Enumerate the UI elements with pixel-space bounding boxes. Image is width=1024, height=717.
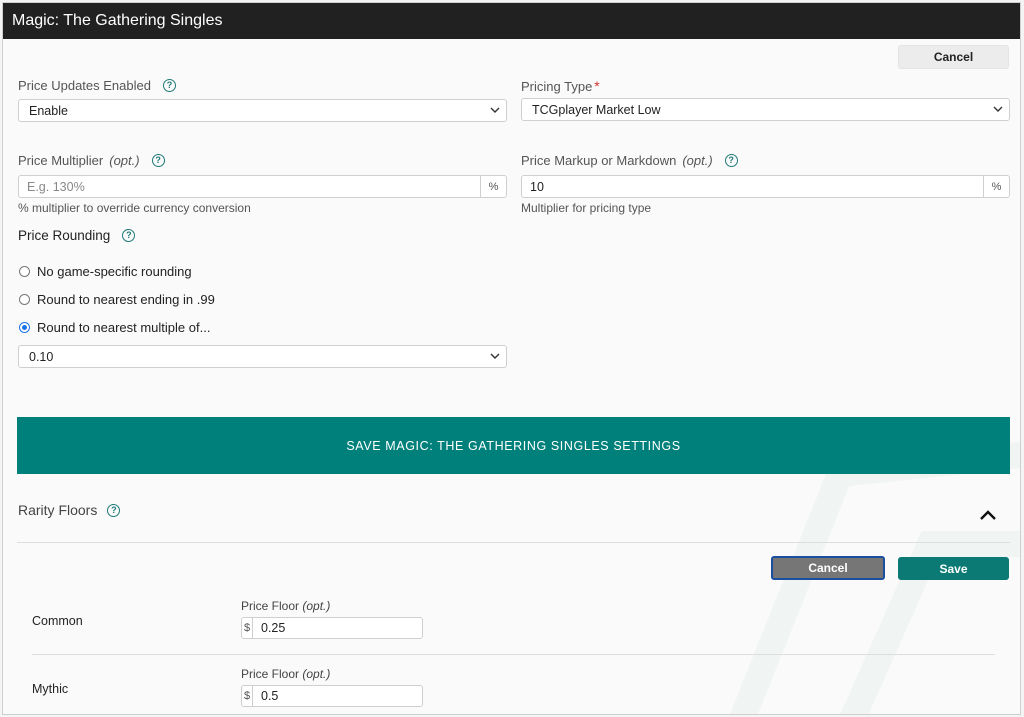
price-floor-field-mythic: $ (241, 685, 423, 707)
rarity-cancel-button[interactable]: Cancel (771, 556, 885, 580)
row-divider (32, 654, 995, 655)
help-icon[interactable]: ? (107, 503, 121, 517)
rounding-multiple-select[interactable]: 0.10 (18, 345, 507, 368)
help-icon[interactable]: ? (151, 154, 165, 167)
price-floor-label: Price Floor (opt.) (241, 667, 331, 681)
price-floor-input-mythic[interactable] (253, 686, 422, 706)
price-markup-label: Price Markup or Markdown (opt.) ? (521, 153, 738, 168)
dialog-window: Magic: The Gathering Singles Cancel Pric… (2, 2, 1021, 715)
price-floor-field-common: $ (241, 617, 423, 639)
radio-button[interactable] (19, 294, 30, 305)
help-icon[interactable]: ? (724, 154, 738, 167)
chevron-down-icon (490, 353, 500, 359)
window-title: Magic: The Gathering Singles (12, 12, 223, 29)
dollar-addon: $ (242, 618, 253, 638)
percent-addon: % (983, 176, 1009, 197)
price-multiplier-field: % (18, 175, 507, 198)
pricing-type-label: Pricing Type * (521, 78, 600, 94)
percent-addon: % (480, 176, 506, 197)
radio-button[interactable] (19, 266, 30, 277)
rarity-name-common: Common (32, 614, 83, 628)
price-rounding-label: Price Rounding ? (18, 228, 136, 243)
rarity-save-button[interactable]: Save (898, 557, 1009, 580)
price-floor-label: Price Floor (opt.) (241, 599, 331, 613)
top-cancel-button[interactable]: Cancel (898, 45, 1009, 69)
help-icon[interactable]: ? (122, 229, 136, 242)
price-updates-label: Price Updates Enabled ? (18, 78, 176, 93)
price-markup-input[interactable] (522, 176, 983, 197)
chevron-down-icon (993, 106, 1003, 112)
help-icon[interactable]: ? (162, 79, 176, 92)
rarity-name-mythic: Mythic (32, 682, 69, 696)
dollar-addon: $ (242, 686, 253, 706)
chevron-up-icon[interactable] (979, 509, 997, 521)
chevron-down-icon (490, 107, 500, 113)
pricing-type-select[interactable]: TCGplayer Market Low (521, 98, 1010, 121)
radio-button-checked[interactable] (19, 322, 30, 333)
radio-round-multiple[interactable]: Round to nearest multiple of... (19, 320, 210, 335)
price-markup-field: % (521, 175, 1010, 198)
price-updates-select[interactable]: Enable (18, 99, 507, 122)
window-titlebar: Magic: The Gathering Singles (3, 3, 1020, 39)
radio-round-99[interactable]: Round to nearest ending in .99 (19, 292, 215, 307)
price-markup-hint: Multiplier for pricing type (521, 201, 652, 215)
price-multiplier-input[interactable] (19, 176, 480, 197)
section-divider (17, 542, 1010, 543)
rarity-floors-title: Rarity Floors ? (18, 502, 121, 518)
price-multiplier-hint: % multiplier to override currency conver… (18, 201, 251, 215)
price-floor-input-common[interactable] (253, 618, 422, 638)
radio-no-rounding[interactable]: No game-specific rounding (19, 264, 192, 279)
required-mark: * (594, 78, 600, 94)
save-settings-button[interactable]: SAVE MAGIC: THE GATHERING SINGLES SETTIN… (17, 417, 1010, 474)
price-multiplier-label: Price Multiplier (opt.) ? (18, 153, 165, 168)
